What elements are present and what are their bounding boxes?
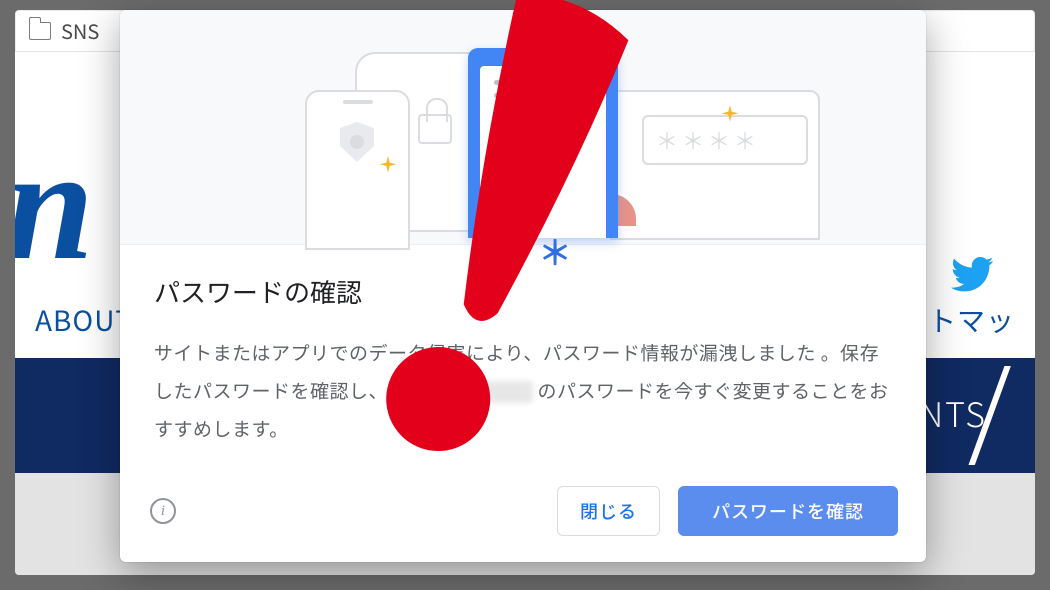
clipboard-illustration: ＊＊＊ ＊＊	[468, 48, 618, 238]
twitter-icon[interactable]	[951, 252, 995, 301]
dialog-message: サイトまたはアプリでのデータ侵害により、パスワード情報が漏洩しました 。保存した…	[154, 334, 892, 448]
bookmark-folder-label[interactable]: SNS	[61, 16, 99, 45]
dialog-footer: i 閉じる パスワードを確認	[120, 474, 926, 562]
dialog-title: パスワードの確認	[154, 273, 892, 310]
nav-item-about[interactable]: ABOUT	[35, 300, 133, 340]
sparkle-icon	[720, 105, 740, 125]
password-breach-dialog: ＊＊＊＊ ＊＊＊ ＊＊ パスワードの確認 サイトまたはアプリでのデータ侵害により…	[120, 10, 926, 562]
laptop-illustration	[610, 90, 820, 240]
lock-icon	[418, 114, 452, 144]
dialog-illustration: ＊＊＊＊ ＊＊＊ ＊＊	[120, 10, 926, 245]
folder-icon	[29, 22, 51, 40]
sparkle-icon	[378, 156, 398, 176]
sparkle-icon	[580, 20, 608, 48]
redacted-site-name	[393, 381, 533, 403]
close-button[interactable]: 閉じる	[557, 486, 660, 536]
confirm-password-button[interactable]: パスワードを確認	[678, 486, 898, 536]
banner-decoration	[961, 366, 1021, 465]
dialog-body: パスワードの確認 サイトまたはアプリでのデータ侵害により、パスワード情報が漏洩し…	[120, 245, 926, 474]
site-logo-fragment: n	[15, 112, 86, 297]
info-icon[interactable]: i	[150, 498, 176, 524]
